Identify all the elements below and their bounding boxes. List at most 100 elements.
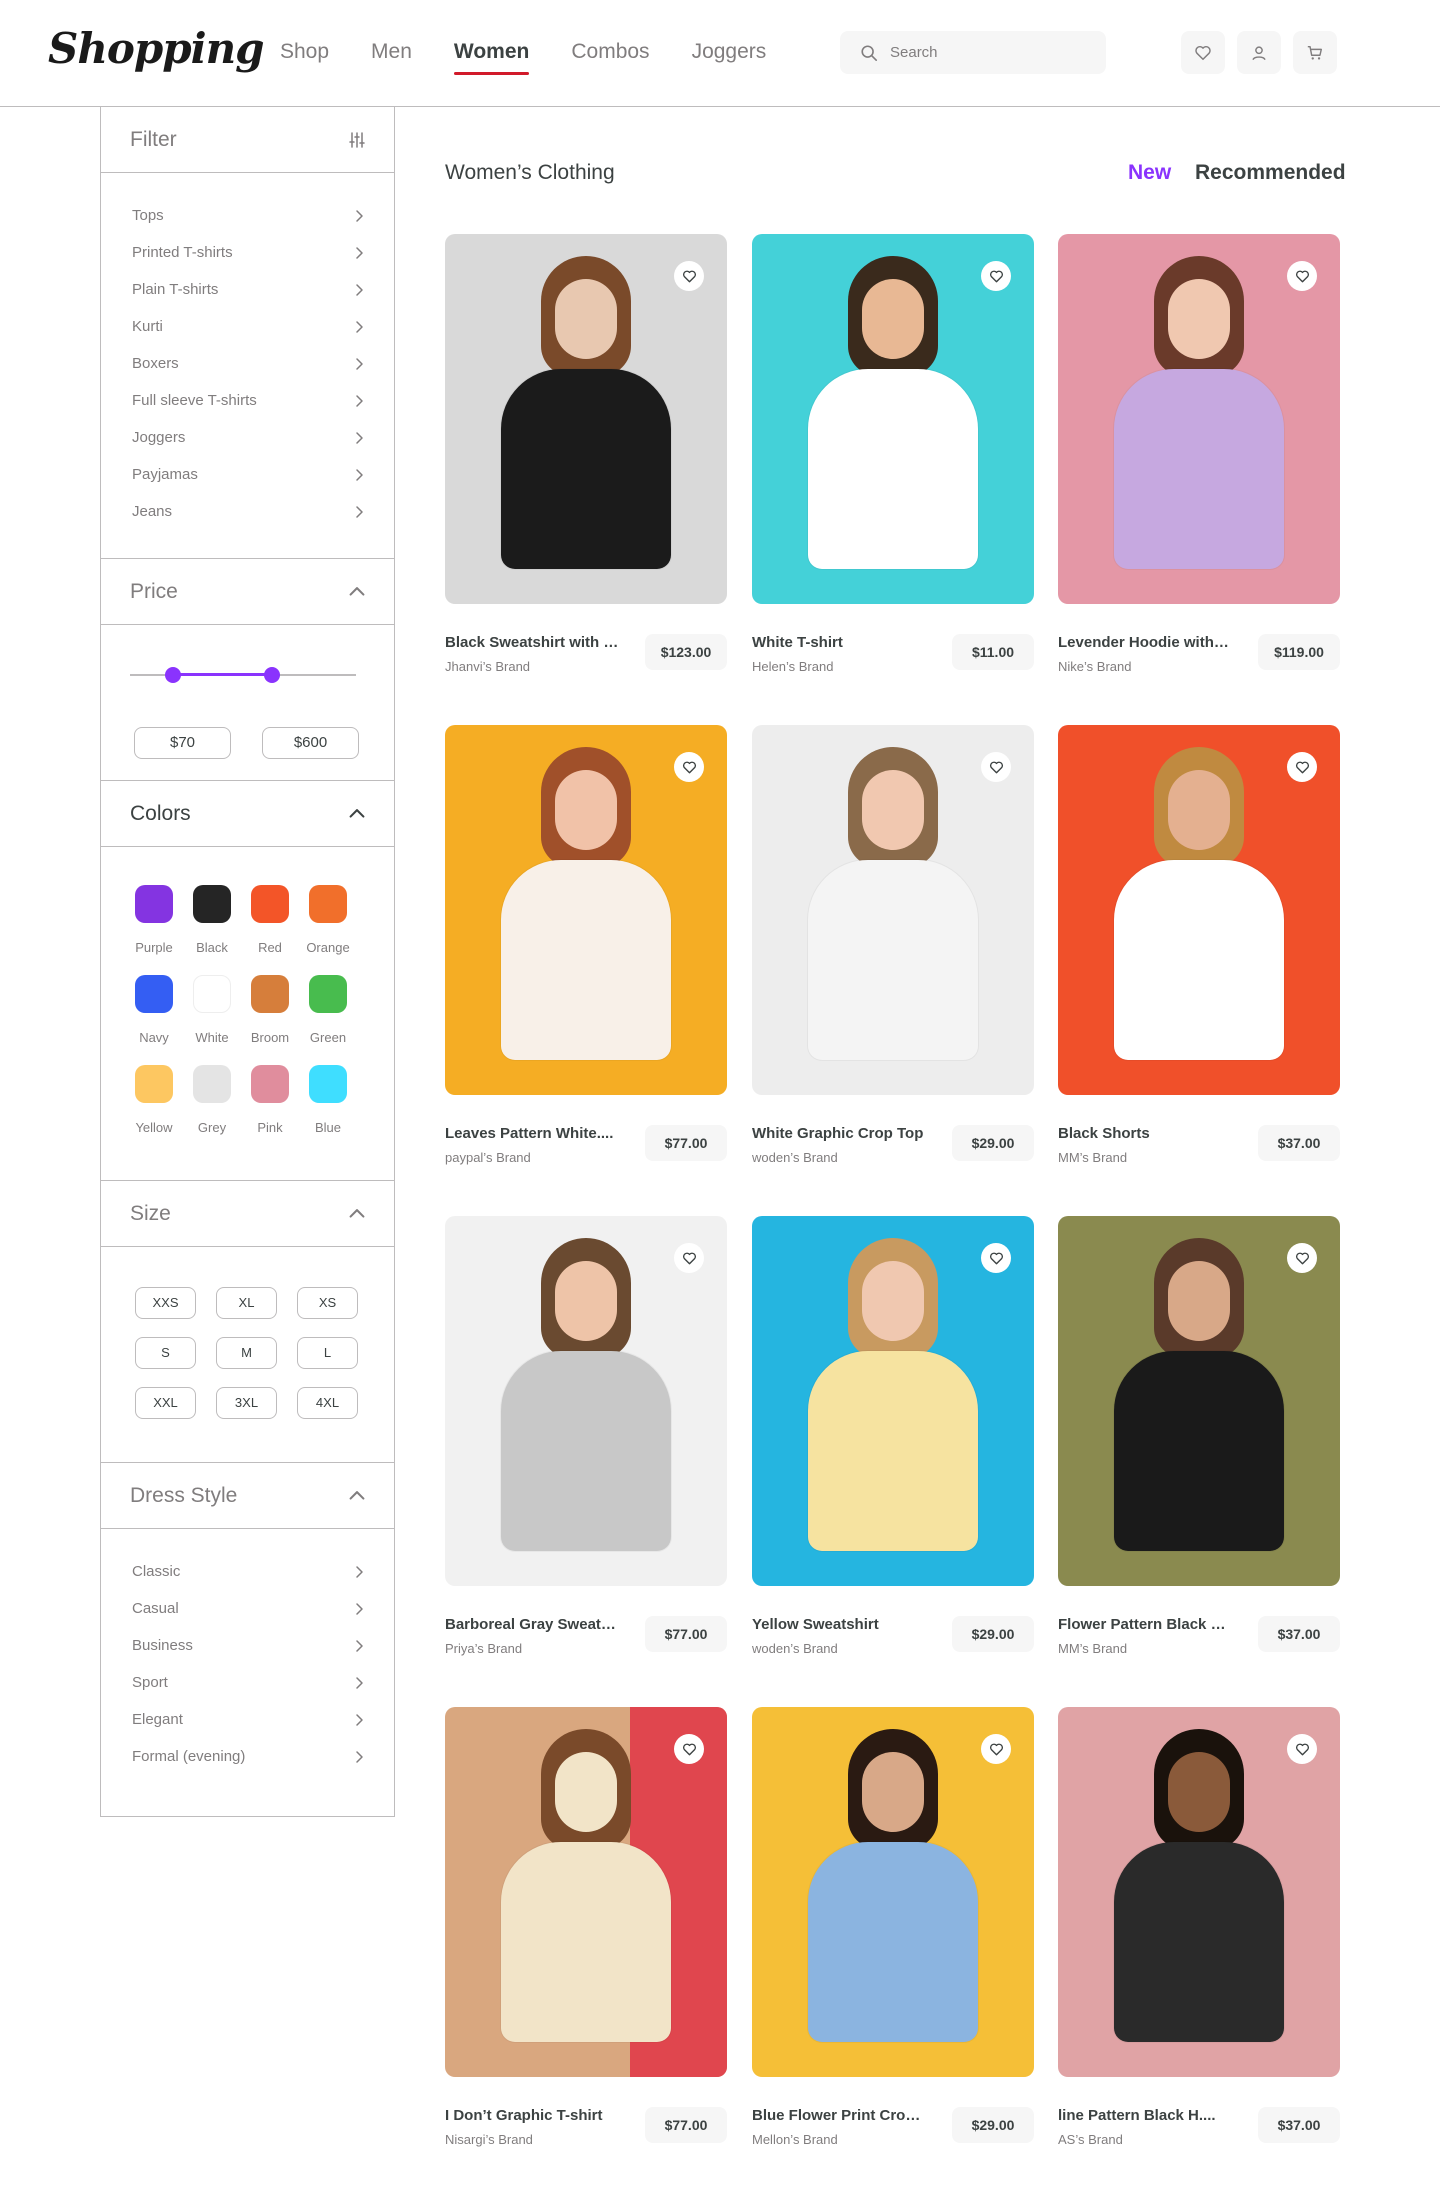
- sliders-icon[interactable]: [348, 131, 366, 149]
- category-item[interactable]: Joggers: [132, 419, 366, 456]
- product-card[interactable]: Black Sweatshirt with .... Jhanvi’s Brand…: [445, 234, 727, 694]
- wishlist-toggle[interactable]: [674, 1243, 704, 1273]
- category-item[interactable]: Kurti: [132, 308, 366, 345]
- wishlist-toggle[interactable]: [1287, 261, 1317, 291]
- wishlist-toggle[interactable]: [674, 752, 704, 782]
- product-image[interactable]: [1058, 1707, 1340, 2077]
- size-chip[interactable]: XL: [216, 1287, 277, 1319]
- size-chip[interactable]: L: [297, 1337, 358, 1369]
- product-image[interactable]: [1058, 725, 1340, 1095]
- product-name[interactable]: Yellow Sweatshirt: [752, 1616, 927, 1633]
- sort-new-tab[interactable]: New: [1128, 161, 1171, 185]
- size-chip[interactable]: 4XL: [297, 1387, 358, 1419]
- product-card[interactable]: Leaves Pattern White.... paypal’s Brand $7…: [445, 725, 727, 1185]
- dress-style-item[interactable]: Classic: [132, 1553, 366, 1590]
- product-name[interactable]: Black Shorts: [1058, 1125, 1233, 1142]
- search-input[interactable]: [890, 44, 1090, 61]
- product-card[interactable]: White Graphic Crop Top woden’s Brand $29.0…: [752, 725, 1034, 1185]
- product-card[interactable]: Flower Pattern Black C.... MM’s Brand $37.…: [1058, 1216, 1340, 1676]
- category-item[interactable]: Payjamas: [132, 456, 366, 493]
- price-max-field[interactable]: $600: [262, 727, 359, 759]
- product-image[interactable]: [445, 1216, 727, 1586]
- product-image[interactable]: [1058, 234, 1340, 604]
- product-name[interactable]: I Don’t Graphic T-shirt: [445, 2107, 620, 2124]
- product-name[interactable]: White T-shirt: [752, 634, 927, 651]
- price-slider-min-handle[interactable]: [164, 667, 181, 683]
- price-header[interactable]: Price: [101, 559, 394, 625]
- wishlist-toggle[interactable]: [981, 261, 1011, 291]
- product-image[interactable]: [752, 725, 1034, 1095]
- product-name[interactable]: Flower Pattern Black C....: [1058, 1616, 1233, 1633]
- product-card[interactable]: Blue Flower Print Crop .... Mellon’s Bran…: [752, 1707, 1034, 2167]
- product-name[interactable]: White Graphic Crop Top: [752, 1125, 927, 1142]
- nav-women[interactable]: Women: [453, 40, 530, 75]
- product-card[interactable]: Barboreal Gray Sweats.... Priya’s Brand $7…: [445, 1216, 727, 1676]
- wishlist-toggle[interactable]: [674, 1734, 704, 1764]
- wishlist-toggle[interactable]: [1287, 1243, 1317, 1273]
- product-name[interactable]: Blue Flower Print Crop ....: [752, 2107, 927, 2124]
- cart-icon: [1307, 45, 1323, 60]
- product-name[interactable]: Levender Hoodie with ....: [1058, 634, 1233, 651]
- color-option[interactable]: Blue: [293, 1065, 363, 1135]
- dress-style-item[interactable]: Sport: [132, 1664, 366, 1701]
- product-card[interactable]: White T-shirt Helen’s Brand $11.00: [752, 234, 1034, 694]
- product-price: $77.00: [645, 1125, 727, 1161]
- category-item[interactable]: Plain T-shirts: [132, 271, 366, 308]
- color-option[interactable]: Orange: [293, 885, 363, 955]
- wishlist-toggle[interactable]: [981, 1734, 1011, 1764]
- product-card[interactable]: I Don’t Graphic T-shirt Nisargi’s Brand $7…: [445, 1707, 727, 2167]
- product-image[interactable]: [752, 1216, 1034, 1586]
- nav-combos[interactable]: Combos: [571, 40, 649, 64]
- wishlist-button[interactable]: [1181, 31, 1225, 74]
- product-image[interactable]: [752, 234, 1034, 604]
- size-chip[interactable]: XXS: [135, 1287, 196, 1319]
- category-item[interactable]: Printed T-shirts: [132, 234, 366, 271]
- product-info: Yellow Sweatshirt woden’s Brand $29.00: [752, 1616, 1034, 1676]
- size-chip[interactable]: 3XL: [216, 1387, 277, 1419]
- wishlist-toggle[interactable]: [674, 261, 704, 291]
- product-name[interactable]: Black Sweatshirt with ....: [445, 634, 620, 651]
- dress-style-item[interactable]: Formal (evening): [132, 1738, 366, 1775]
- size-header[interactable]: Size: [101, 1181, 394, 1247]
- sort-recommended-tab[interactable]: Recommended: [1195, 161, 1346, 185]
- category-item[interactable]: Boxers: [132, 345, 366, 382]
- wishlist-toggle[interactable]: [981, 752, 1011, 782]
- product-name[interactable]: Leaves Pattern White....: [445, 1125, 620, 1142]
- nav-men[interactable]: Men: [371, 40, 412, 64]
- dress-style-header[interactable]: Dress Style: [101, 1463, 394, 1529]
- product-image[interactable]: [445, 1707, 727, 2077]
- product-image[interactable]: [1058, 1216, 1340, 1586]
- cart-button[interactable]: [1293, 31, 1337, 74]
- product-card[interactable]: Black Shorts MM’s Brand $37.00: [1058, 725, 1340, 1185]
- product-card[interactable]: Yellow Sweatshirt woden’s Brand $29.00: [752, 1216, 1034, 1676]
- product-image[interactable]: [752, 1707, 1034, 2077]
- dress-style-item[interactable]: Business: [132, 1627, 366, 1664]
- dress-style-item[interactable]: Casual: [132, 1590, 366, 1627]
- price-min-field[interactable]: $70: [134, 727, 231, 759]
- wishlist-toggle[interactable]: [981, 1243, 1011, 1273]
- price-slider-max-handle[interactable]: [264, 667, 281, 683]
- logo[interactable]: Shopping: [48, 24, 264, 73]
- nav-shop[interactable]: Shop: [280, 40, 329, 64]
- product-name[interactable]: line Pattern Black H....: [1058, 2107, 1233, 2124]
- chevron-right-icon: [356, 320, 363, 333]
- account-button[interactable]: [1237, 31, 1281, 74]
- category-item[interactable]: Full sleeve T-shirts: [132, 382, 366, 419]
- color-option[interactable]: Green: [293, 975, 363, 1045]
- size-chip[interactable]: S: [135, 1337, 196, 1369]
- product-card[interactable]: Levender Hoodie with .... Nike’s Brand $11…: [1058, 234, 1340, 694]
- category-item[interactable]: Tops: [132, 197, 366, 234]
- wishlist-toggle[interactable]: [1287, 1734, 1317, 1764]
- size-chip[interactable]: XXL: [135, 1387, 196, 1419]
- size-chip[interactable]: XS: [297, 1287, 358, 1319]
- colors-header[interactable]: Colors: [101, 781, 394, 847]
- product-image[interactable]: [445, 234, 727, 604]
- nav-joggers[interactable]: Joggers: [692, 40, 767, 64]
- product-card[interactable]: line Pattern Black H.... AS’s Brand $37.00: [1058, 1707, 1340, 2167]
- product-name[interactable]: Barboreal Gray Sweats....: [445, 1616, 620, 1633]
- size-chip[interactable]: M: [216, 1337, 277, 1369]
- wishlist-toggle[interactable]: [1287, 752, 1317, 782]
- category-item[interactable]: Jeans: [132, 493, 366, 530]
- dress-style-item[interactable]: Elegant: [132, 1701, 366, 1738]
- product-image[interactable]: [445, 725, 727, 1095]
